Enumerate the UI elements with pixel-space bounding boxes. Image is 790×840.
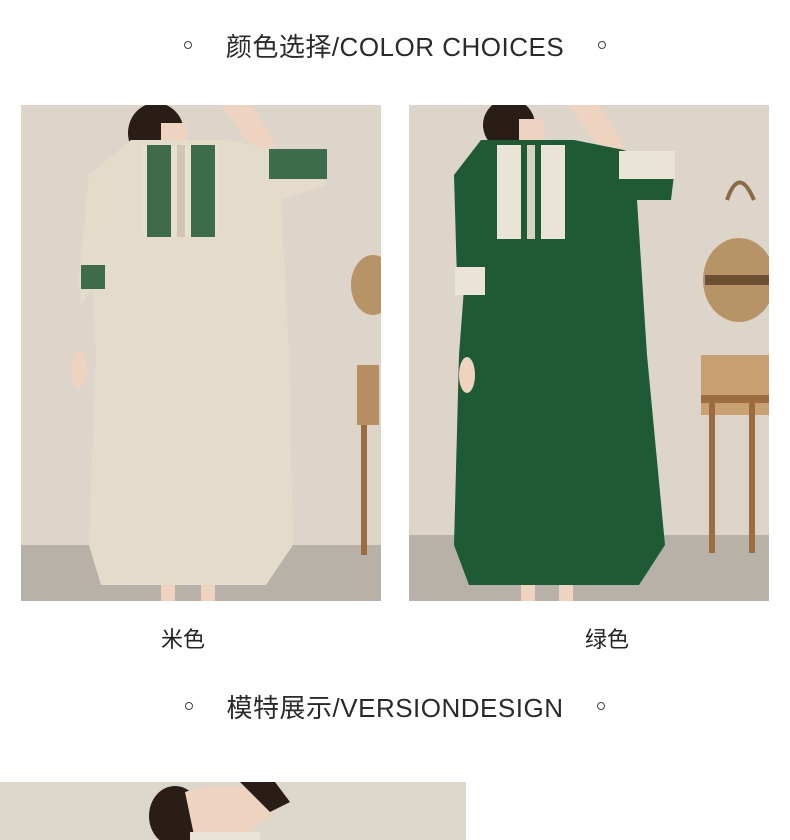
circle-bullet-icon <box>598 41 607 49</box>
green-caption: 绿色 <box>584 627 629 652</box>
model-display-title: 模特展示/VERSIONDESIGN <box>226 692 564 723</box>
circle-bullet-icon <box>183 41 192 49</box>
model-photo-illustration <box>0 782 466 840</box>
circle-bullet-icon <box>597 702 606 710</box>
beige-dress-illustration <box>21 105 381 601</box>
color-choices-title: 颜色选择/COLOR CHOICES <box>225 31 565 62</box>
green-dress-photo <box>409 105 769 601</box>
circle-bullet-icon <box>184 702 193 710</box>
model-display-heading: 模特展示/VERSIONDESIGN <box>0 686 790 726</box>
green-dress-illustration <box>409 105 769 601</box>
beige-caption: 米色 <box>160 627 205 652</box>
model-photo <box>0 782 466 840</box>
color-choices-heading: 颜色选择/COLOR CHOICES <box>0 25 790 65</box>
beige-dress-photo <box>21 105 381 601</box>
